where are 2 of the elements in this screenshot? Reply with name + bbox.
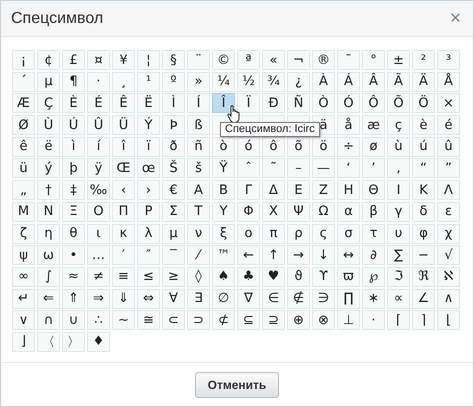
tooltip: Спецсимвол: Icirc [220,122,320,137]
dialog-title: Спецсимвол [11,10,104,28]
